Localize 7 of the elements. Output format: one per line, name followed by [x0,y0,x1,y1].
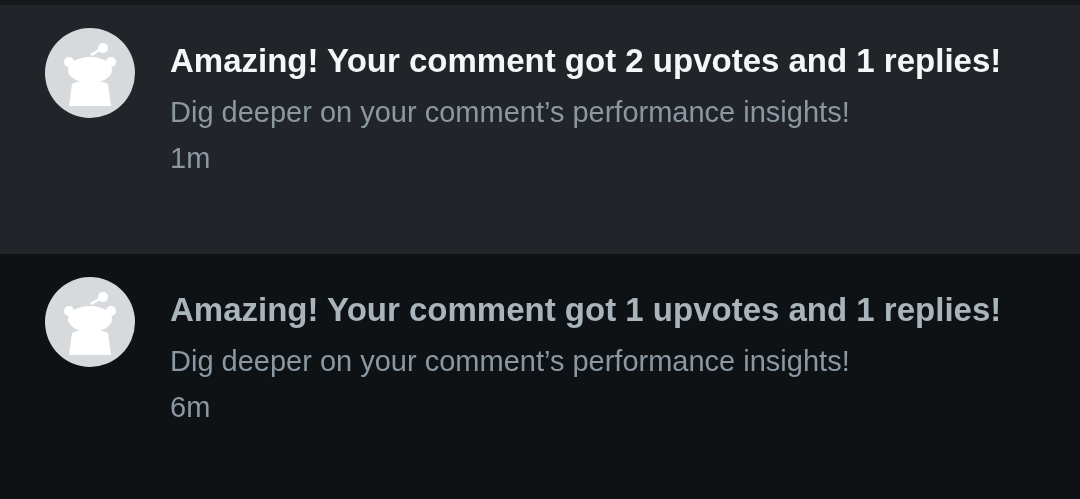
notification-title: Amazing! Your comment got 2 upvotes and 1 replies! [170,41,1003,81]
notification-title: Amazing! Your comment got 1 upvotes and 1 replies! [170,290,1003,330]
notification-time: 6m [170,390,212,425]
notification-item[interactable]: Amazing! Your comment got 2 upvotes and 1 replies! Dig deeper on your comment’s performance insights! 1m [0,5,1080,254]
notification-time: 1m [170,141,212,176]
notification-subtitle: Dig deeper on your comment’s performance insights! [170,95,851,130]
notification-subtitle: Dig deeper on your comment’s performance insights! [170,344,851,379]
